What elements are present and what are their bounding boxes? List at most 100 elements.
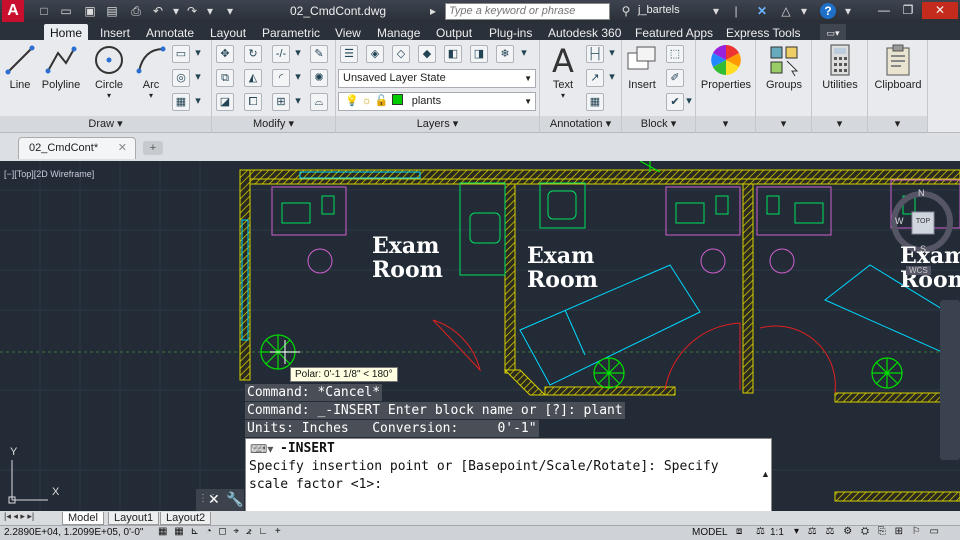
properties-dropdown-icon[interactable]: ▾	[696, 116, 755, 132]
insert-button[interactable]: Insert	[624, 43, 660, 91]
arc-button[interactable]: Arc ▾	[134, 43, 168, 100]
copy-icon[interactable]: ⧉	[216, 69, 234, 87]
viewcube-top-face[interactable]: TOP	[915, 218, 931, 225]
modify-panel-title[interactable]: Modify ▾	[212, 116, 335, 132]
undo-dropdown-icon[interactable]: ▾	[168, 3, 184, 19]
coordinate-readout[interactable]: 2.2890E+04, 1.2099E+05, 0'-0"	[4, 527, 143, 538]
community-icon[interactable]: △	[778, 3, 794, 19]
layer-freeze-icon[interactable]: ❄	[496, 45, 514, 63]
annotation-panel-title[interactable]: Annotation ▾	[540, 116, 621, 132]
hatch-dropdown-icon[interactable]: ▾	[192, 93, 204, 111]
block-panel-title[interactable]: Block ▾	[622, 116, 695, 132]
help-icon[interactable]: ?	[820, 3, 836, 19]
redo-icon[interactable]: ↷	[184, 3, 200, 19]
layer-previous-icon[interactable]: ◆	[418, 45, 436, 63]
layer-color-swatch[interactable]	[391, 94, 403, 105]
utilities-button[interactable]: Utilities	[814, 43, 866, 91]
tab-model[interactable]: Model	[62, 512, 104, 525]
stay-connected-dropdown-icon[interactable]: ▾	[796, 3, 812, 19]
stretch-icon[interactable]: ◪	[216, 93, 234, 111]
clipboard-button[interactable]: Clipboard	[870, 43, 926, 91]
viewport-scale-icon[interactable]: ⧈	[736, 526, 742, 537]
groups-panel[interactable]: Groups ▾	[756, 40, 812, 133]
file-tab[interactable]: 02_CmdCont* ✕	[18, 137, 136, 159]
plot-icon[interactable]: ⎙	[128, 3, 144, 19]
layout-nav-arrows[interactable]: |◂ ◂ ▸ ▸|	[4, 511, 34, 522]
block-attributes-icon[interactable]: ✔	[666, 93, 684, 111]
mirror-icon[interactable]: ◭	[244, 69, 262, 87]
groups-button[interactable]: Groups	[758, 43, 810, 91]
status-tray-icons[interactable]: ▾ ⚖ ⚖ ⚙ ⛭ ⎘ ⊞ ⚐ ▭	[794, 526, 942, 537]
leader-dropdown-icon[interactable]: ▾	[606, 69, 618, 87]
lightbulb-icon[interactable]: 💡	[345, 95, 359, 107]
search-input[interactable]: Type a keyword or phrase	[445, 3, 610, 20]
command-customize-icon[interactable]: ⌨▾	[250, 442, 273, 456]
close-tab-icon[interactable]: ✕	[118, 138, 127, 158]
annotation-scale[interactable]: 1:1	[770, 527, 784, 538]
new-tab-button[interactable]: +	[143, 141, 163, 155]
erase-icon[interactable]: ✎	[310, 45, 328, 63]
table-icon[interactable]: ▦	[586, 93, 604, 111]
command-line-grip[interactable]: ⋮⋮ ✕ 🔧	[196, 489, 244, 513]
command-history-toggle-icon[interactable]: ▲	[761, 469, 770, 479]
rotate-icon[interactable]: ↻	[244, 45, 262, 63]
user-name[interactable]: j_bartels	[638, 4, 680, 16]
explode-icon[interactable]: ✺	[310, 69, 328, 87]
help-dropdown-icon[interactable]: ▾	[840, 3, 856, 19]
annotation-scale-icon[interactable]: ⚖	[756, 526, 765, 537]
wrench-icon[interactable]: 🔧	[226, 491, 243, 508]
command-line[interactable]: ⌨▾ -INSERT Specify insertion point or [B…	[245, 438, 772, 512]
save-icon[interactable]: ▣	[82, 3, 98, 19]
array-icon[interactable]: ⊞	[272, 93, 290, 111]
move-icon[interactable]: ✥	[216, 45, 234, 63]
clipboard-dropdown-icon[interactable]: ▾	[868, 116, 927, 132]
arc-dropdown-icon[interactable]: ▾	[134, 91, 168, 100]
trim-icon[interactable]: -/-	[272, 45, 290, 63]
ellipse-icon[interactable]: ◎	[172, 69, 190, 87]
tab-layout1[interactable]: Layout1	[108, 512, 160, 525]
edit-block-icon[interactable]: ✐	[666, 69, 684, 87]
open-icon[interactable]: ▭	[58, 3, 74, 19]
close-icon[interactable]: ✕	[922, 2, 958, 19]
search-collapse-icon[interactable]: ▸	[425, 3, 441, 19]
text-button[interactable]: A Text ▾	[544, 43, 582, 100]
wcs-menu[interactable]: WCS	[906, 266, 931, 275]
ellipse-dropdown-icon[interactable]: ▾	[192, 69, 204, 87]
utilities-panel[interactable]: Utilities ▾	[812, 40, 868, 133]
binoculars-icon[interactable]: ⚲	[618, 3, 634, 19]
viewport-controls[interactable]: [−][Top][2D Wireframe]	[4, 169, 94, 179]
redo-dropdown-icon[interactable]: ▾	[202, 3, 218, 19]
layer-unisolate-icon[interactable]: ◨	[470, 45, 488, 63]
offset-icon[interactable]: ⌓	[310, 93, 328, 111]
leader-icon[interactable]: ↗	[586, 69, 604, 87]
circle-dropdown-icon[interactable]: ▾	[90, 91, 128, 100]
undo-icon[interactable]: ↶	[150, 3, 166, 19]
fillet-dropdown-icon[interactable]: ▾	[292, 69, 304, 87]
save-as-icon[interactable]: ▤	[104, 3, 120, 19]
array-dropdown-icon[interactable]: ▾	[292, 93, 304, 111]
workspace-dropdown-icon[interactable]: ▾	[222, 3, 238, 19]
model-space-toggle[interactable]: MODEL	[692, 527, 728, 538]
sun-icon[interactable]: ☼	[362, 95, 372, 107]
layer-isolate-icon[interactable]: ◧	[444, 45, 462, 63]
dimension-dropdown-icon[interactable]: ▾	[606, 45, 618, 63]
application-menu-button[interactable]: A	[2, 0, 24, 22]
tab-layout2[interactable]: Layout2	[160, 512, 212, 525]
layer-properties-icon[interactable]: ☰	[340, 45, 358, 63]
rectangle-dropdown-icon[interactable]: ▾	[192, 45, 204, 63]
circle-button[interactable]: Circle ▾	[90, 43, 128, 100]
clipboard-panel[interactable]: Clipboard ▾	[868, 40, 928, 133]
line-button[interactable]: Line	[2, 43, 38, 91]
rectangle-icon[interactable]: ▭	[172, 45, 190, 63]
layer-tools-dropdown-icon[interactable]: ▾	[518, 45, 530, 63]
dimension-icon[interactable]: ├┤	[586, 45, 604, 63]
create-block-icon[interactable]: ⬚	[666, 45, 684, 63]
layers-panel-title[interactable]: Layers ▾	[336, 116, 539, 132]
restore-icon[interactable]: ❐	[896, 2, 920, 19]
groups-dropdown-icon[interactable]: ▾	[756, 116, 811, 132]
layer-match-icon[interactable]: ◇	[392, 45, 410, 63]
text-dropdown-icon[interactable]: ▾	[544, 91, 582, 100]
utilities-dropdown-icon[interactable]: ▾	[812, 116, 867, 132]
layer-state-dropdown[interactable]: Unsaved Layer State ▼	[338, 69, 536, 88]
properties-panel[interactable]: Properties ▾	[696, 40, 756, 133]
